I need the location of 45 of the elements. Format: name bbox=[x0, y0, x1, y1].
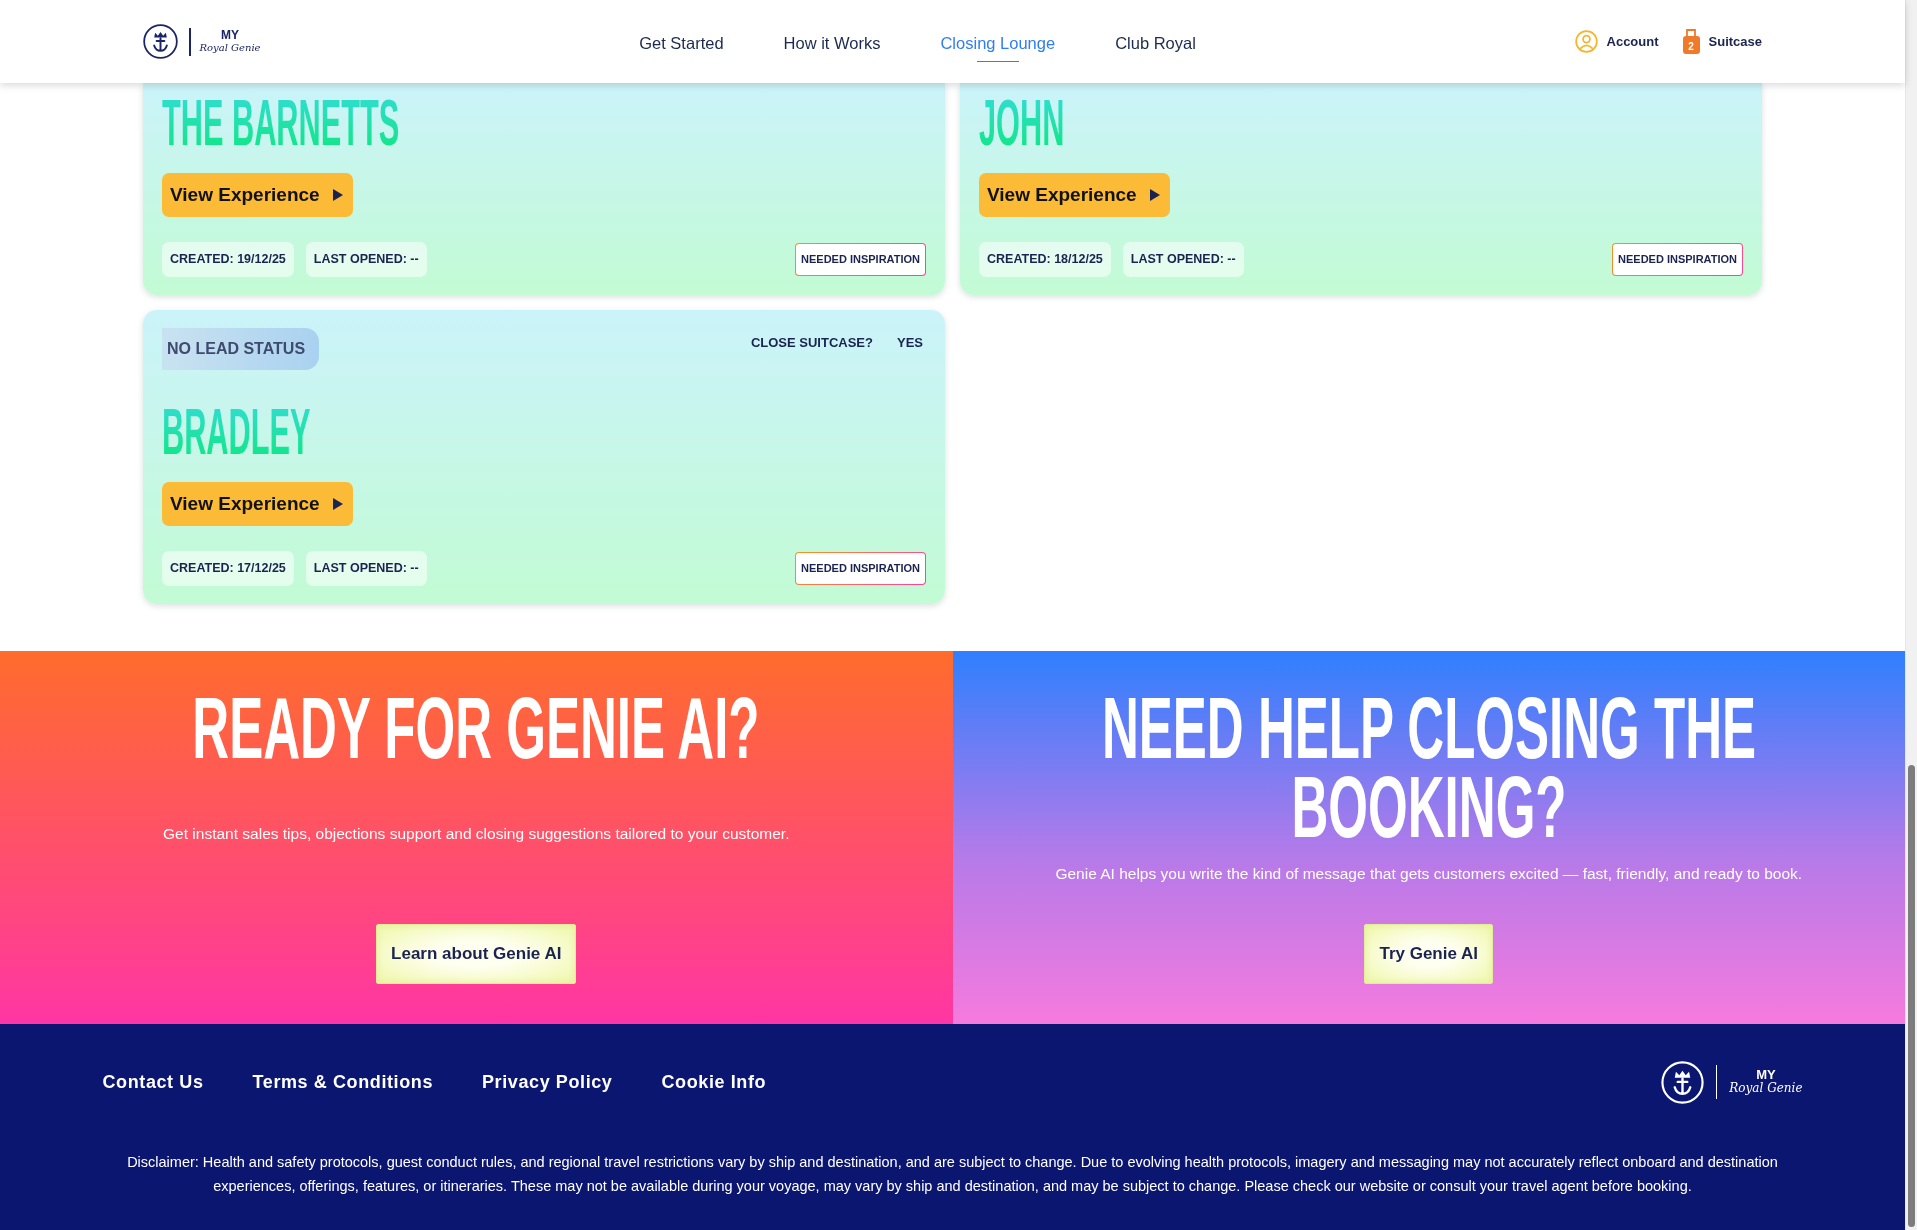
promo-button[interactable]: Learn about Genie AI bbox=[376, 924, 577, 984]
account-link[interactable]: Account bbox=[1574, 30, 1659, 53]
close-suitcase-label: CLOSE SUITCASE? bbox=[750, 334, 873, 352]
promo-heading: NEED HELP CLOSING THE BOOKING? bbox=[1100, 688, 1757, 847]
last-opened-tag: LAST OPENED: -- bbox=[305, 551, 427, 586]
footer-link[interactable]: Privacy Policy bbox=[482, 1068, 613, 1096]
footer-link[interactable]: Contact Us bbox=[102, 1068, 204, 1096]
view-experience-button[interactable]: View Experience bbox=[162, 173, 353, 217]
view-experience-button[interactable]: View Experience bbox=[162, 482, 353, 526]
logo-script-text: Royal Genie bbox=[1729, 1080, 1803, 1097]
logo-script-text: Royal Genie bbox=[199, 41, 261, 54]
promo-button[interactable]: Try Genie AI bbox=[1364, 924, 1494, 984]
promo-text: Get instant sales tips, objections support and closing suggestions tailored to your customer. bbox=[163, 823, 790, 844]
suitcase-handle-icon bbox=[1686, 29, 1696, 36]
category-tag: NEEDED INSPIRATION bbox=[1612, 243, 1743, 276]
nav-link[interactable]: Closing Lounge bbox=[940, 16, 1056, 67]
play-icon bbox=[332, 189, 343, 201]
promo-heading: READY FOR GENIE AI? bbox=[192, 688, 760, 768]
created-date-tag: CREATED: 19/12/25 bbox=[162, 242, 294, 277]
logo-wordmark: MY bbox=[1756, 1067, 1776, 1081]
close-suitcase-value: YES bbox=[897, 334, 923, 352]
crown-anchor-emblem-icon bbox=[143, 24, 178, 59]
footer-link[interactable]: Cookie Info bbox=[661, 1068, 767, 1096]
person-circle-icon bbox=[1574, 30, 1598, 53]
promo-text: Genie AI helps you write the kind of message that gets customers excited — fast, friendly, and ready to book. bbox=[1055, 863, 1803, 884]
logo-wordmark: MY bbox=[221, 29, 239, 41]
disclaimer-text: Disclaimer: Health and safety protocols, guest conduct rules, and regional travel restrictions vary by ship and destination, and are subject to change. Due to evolving health protocols, imagery and messaging may not accurately reflect onboard and destination experiences, offerings, features, or itineraries. These may not be available during your voyage, may vary by ship and destination, and may be subject to change. Please check our website or consult your travel agent before booking. bbox=[126, 1153, 1779, 1196]
lead-status-pill: NO LEAD STATUS bbox=[162, 328, 320, 370]
footer-link[interactable]: Terms & Conditions bbox=[252, 1068, 433, 1096]
created-date-tag: CREATED: 17/12/25 bbox=[162, 551, 294, 586]
created-date-tag: CREATED: 18/12/25 bbox=[979, 242, 1111, 277]
category-tag: NEEDED INSPIRATION bbox=[795, 243, 926, 276]
last-opened-tag: LAST OPENED: -- bbox=[1122, 242, 1244, 277]
play-icon bbox=[332, 498, 343, 510]
view-experience-button[interactable]: View Experience bbox=[979, 173, 1170, 217]
nav-link[interactable]: Club Royal bbox=[1115, 16, 1196, 67]
play-icon bbox=[1149, 189, 1160, 201]
crown-anchor-emblem-icon bbox=[1660, 1060, 1704, 1104]
nav-link[interactable]: Get Started bbox=[639, 16, 724, 67]
category-tag: NEEDED INSPIRATION bbox=[795, 552, 926, 585]
suitcase-count: 2 bbox=[1682, 36, 1700, 54]
nav-link[interactable]: How it Works bbox=[783, 16, 881, 67]
last-opened-tag: LAST OPENED: -- bbox=[305, 242, 427, 277]
suitcase-link[interactable]: 2 Suitcase bbox=[1682, 29, 1762, 54]
scrollbar-thumb[interactable] bbox=[1908, 765, 1915, 1227]
